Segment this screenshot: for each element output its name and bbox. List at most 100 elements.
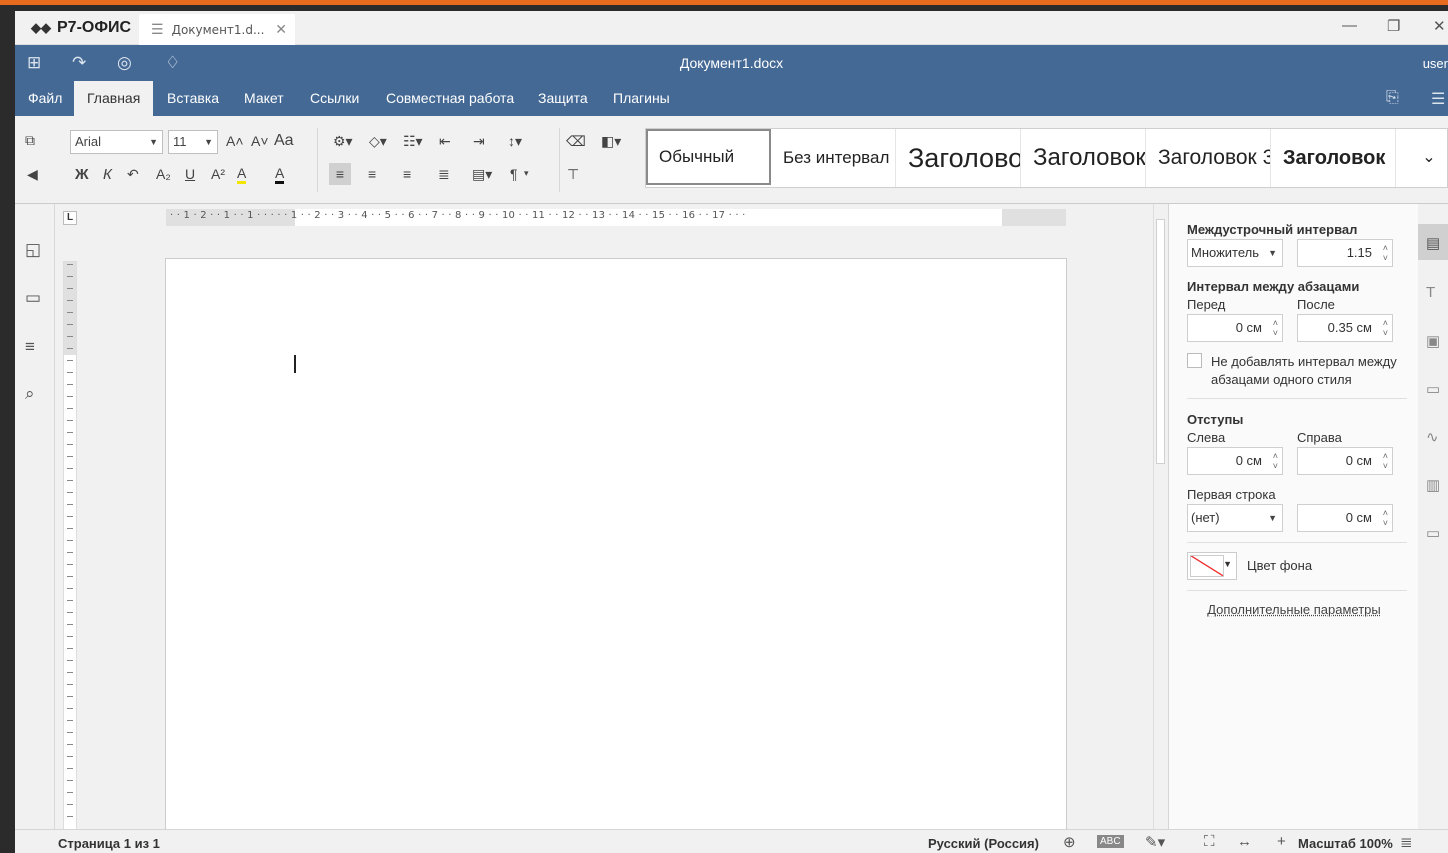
bold-button[interactable]: Ж [75,166,89,183]
align-left-icon[interactable]: ≡ [329,163,351,185]
style-heading[interactable]: Заголовок [1271,129,1396,187]
paragraph-mark-button[interactable]: ¶ [510,166,518,182]
first-line-value-input[interactable]: 0 см ˄ ˅ [1297,504,1393,532]
search-icon[interactable]: ⌕ [25,384,35,404]
line-spacing-value-input[interactable]: 1.15 ˄ ˅ [1297,239,1393,267]
spinner-icon[interactable]: ˄ ˅ [1383,243,1388,263]
header-footer-icon[interactable]: ▭ [1426,380,1440,398]
paste-special-icon[interactable]: ▤▾ [472,166,492,183]
multilevel-list-icon[interactable]: ☷▾ [403,133,423,150]
navigation-icon[interactable]: ≡ [25,337,35,357]
menu-file[interactable]: Файл [15,81,75,116]
copy-icon[interactable]: ⧉ [25,132,35,149]
align-center-icon[interactable]: ≡ [368,166,376,182]
justify-icon[interactable]: ≣ [438,166,450,183]
language-selector[interactable]: Русский (Россия) [928,836,1039,851]
menu-references[interactable]: Ссылки [297,81,372,116]
fill-icon[interactable]: ◇▾ [369,133,387,150]
document-page[interactable] [165,258,1067,838]
chart-settings-icon[interactable]: ▥ [1426,476,1440,494]
fit-page-icon[interactable]: ⛶ [1204,833,1215,850]
line-spacing-icon[interactable]: ↕▾ [508,133,522,150]
italic-button[interactable]: К [103,166,112,183]
menu-layout[interactable]: Макет [231,81,297,116]
open-location-icon[interactable]: ⎘ [1386,89,1399,107]
menu-plugins[interactable]: Плагины [600,81,683,116]
style-heading-2[interactable]: Заголовок 2 [1021,129,1146,187]
app-brand[interactable]: ◆◆ Р7-ОФИС [31,17,131,39]
style-no-spacing[interactable]: Без интервал [771,129,896,187]
increase-indent-icon[interactable]: ⇥ [473,133,485,150]
align-right-icon[interactable]: ≡ [403,166,411,182]
undo-icon[interactable]: ↶ [127,166,139,183]
spinner-icon[interactable]: ˄ ˅ [1383,451,1388,471]
increase-font-icon[interactable]: A˄ [226,133,244,149]
font-color-button[interactable]: A [275,165,285,184]
paragraph-settings-icon[interactable]: ▤ [1426,234,1440,252]
track-changes-icon[interactable]: ✎▾ [1145,833,1165,851]
advanced-settings-link[interactable]: Дополнительные параметры [1169,602,1419,617]
vertical-scrollbar[interactable] [1153,204,1167,829]
restore-button[interactable]: ❐ [1387,17,1400,35]
indent-left-input[interactable]: 0 см ˄ ˅ [1187,447,1283,475]
underline-button[interactable]: U [185,166,195,182]
spacing-before-input[interactable]: 0 см ˄ ˅ [1187,314,1283,342]
color-scheme-icon[interactable]: ◧▾ [601,133,621,150]
fit-width-icon[interactable]: ↔ [1237,833,1252,850]
horizontal-ruler[interactable]: · · 1 · 2 · · 1 · · 1 · · · · · 1 · · 2 … [166,209,1066,226]
spinner-icon[interactable]: ˄ ˅ [1273,451,1278,471]
background-color-picker[interactable]: ▼ [1187,552,1237,580]
spacing-after-input[interactable]: 0.35 см ˄ ˅ [1297,314,1393,342]
superscript-button[interactable]: A² [211,166,225,182]
title-bar: ◆◆ Р7-ОФИС ☰ Документ1.d... ✕ — ❐ ✕ [15,11,1448,45]
zoom-level[interactable]: Масштаб 100% [1298,836,1393,851]
style-heading-1[interactable]: Заголовок 1 [896,129,1021,187]
styles-expand-icon[interactable]: ⌄ [1411,129,1447,187]
vertical-ruler[interactable] [63,261,77,831]
settings-icon[interactable]: ⚙▾ [333,133,353,150]
font-name-select[interactable]: Arial ▼ [70,130,163,154]
eraser-icon[interactable]: ⌫ [566,133,586,150]
menu-insert[interactable]: Вставка [154,81,232,116]
globe-icon[interactable]: ⊕ [1063,833,1076,851]
paragraph-mark-dropdown-icon[interactable]: ▾ [524,168,529,179]
subscript-button[interactable]: A₂ [156,166,171,182]
font-size-select[interactable]: 11 ▼ [168,130,218,154]
spinner-icon[interactable]: ˄ ˅ [1383,318,1388,338]
menu-protection[interactable]: Защита [525,81,601,116]
page-info[interactable]: Страница 1 из 1 [58,836,160,851]
user-name[interactable]: user [1423,56,1448,71]
highlight-button[interactable]: A [237,165,247,184]
change-case-button[interactable]: Aa [274,132,294,150]
arrow-left-icon[interactable]: ◀ [27,166,38,183]
scrollbar-thumb[interactable] [1156,219,1165,464]
spellcheck-icon[interactable]: ABC [1097,835,1124,848]
spinner-icon[interactable]: ˄ ˅ [1273,318,1278,338]
close-tab-icon[interactable]: ✕ [275,21,287,38]
style-normal[interactable]: Обычный [646,129,771,185]
first-line-mode-select[interactable]: (нет) ▼ [1187,504,1283,532]
comments-icon[interactable]: ▭ [25,288,41,308]
table-settings-icon[interactable]: T [1426,284,1435,301]
format-painter-icon[interactable]: ⊤ [567,166,579,183]
signature-icon[interactable]: ∿ [1426,428,1439,446]
indent-right-input[interactable]: 0 см ˄ ˅ [1297,447,1393,475]
spinner-icon[interactable]: ˄ ˅ [1383,508,1388,528]
image-settings-icon[interactable]: ▣ [1426,332,1440,350]
decrease-indent-icon[interactable]: ⇤ [439,133,451,150]
line-spacing-mode-select[interactable]: Множитель ▼ [1187,239,1283,267]
close-window-button[interactable]: ✕ [1433,17,1446,35]
menu-collaboration[interactable]: Совместная работа [373,81,527,116]
hamburger-icon[interactable]: ☰ [1431,89,1445,109]
decrease-font-icon[interactable]: A˅ [251,133,269,149]
shapes-icon[interactable]: ◱ [25,240,41,260]
zoom-in-icon[interactable]: + [1277,833,1286,850]
form-settings-icon[interactable]: ▭ [1426,524,1440,542]
no-space-same-style-checkbox[interactable] [1187,353,1202,368]
style-heading-3[interactable]: Заголовок 3 [1146,129,1271,187]
zoom-menu-icon[interactable]: ≣ [1400,833,1413,851]
tab-stop-selector[interactable]: L [63,211,77,225]
menu-home[interactable]: Главная [74,81,154,116]
minimize-button[interactable]: — [1342,17,1357,34]
document-tab[interactable]: ☰ Документ1.d... ✕ [139,14,295,45]
